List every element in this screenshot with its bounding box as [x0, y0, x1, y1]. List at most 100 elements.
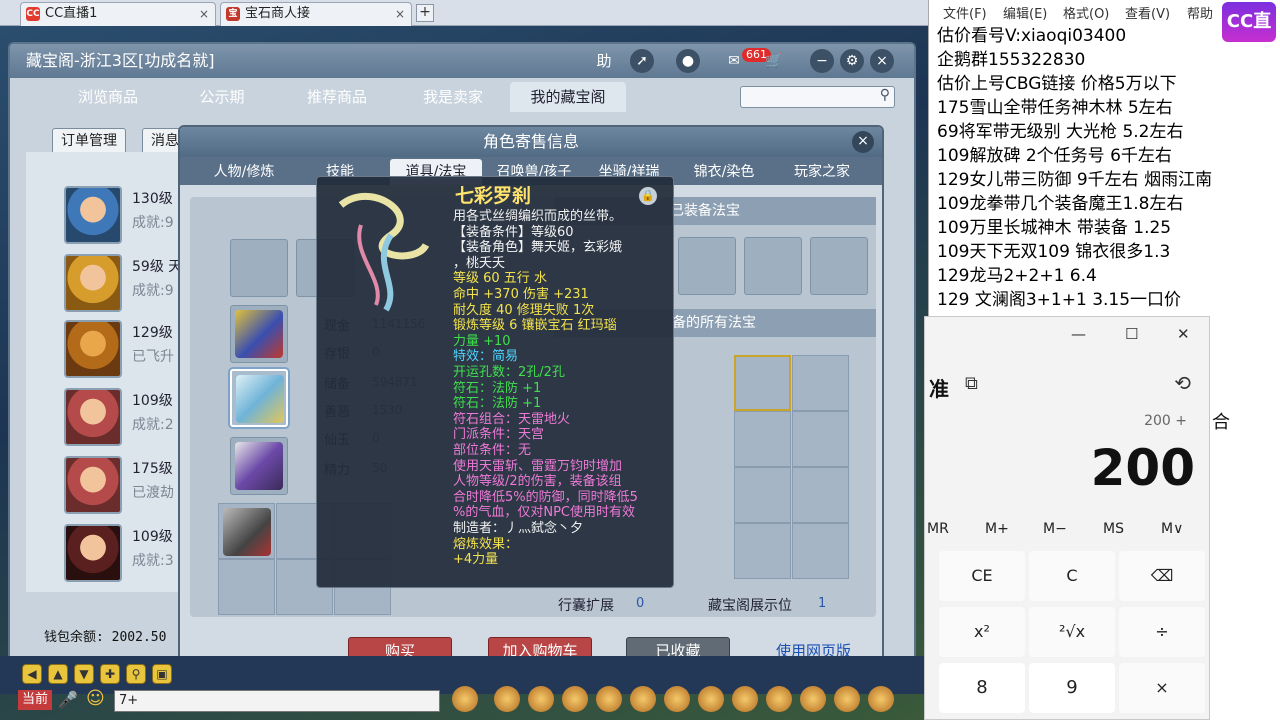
chest-icon[interactable]: [528, 686, 554, 712]
close-icon[interactable]: ×: [870, 49, 894, 73]
close-icon[interactable]: ×: [852, 131, 874, 153]
bag-icon[interactable]: [562, 686, 588, 712]
team-icon[interactable]: [596, 686, 622, 712]
cc-live-logo: CC直播: [1222, 2, 1276, 72]
treasure-cell[interactable]: [792, 467, 849, 523]
tooltip-line: 【装备条件】等级60: [453, 224, 574, 240]
text-line: 129 文澜阁3+1+1 3.15一口价: [937, 290, 1182, 310]
text-line: 估价看号V:xiaoqi03400: [937, 26, 1127, 46]
multiply-button[interactable]: ×: [1119, 663, 1205, 713]
tab-recommend[interactable]: 推荐商品: [282, 82, 392, 112]
list-item[interactable]: 109级 成就:2: [26, 384, 196, 450]
clear-entry-button[interactable]: CE: [939, 551, 1025, 601]
mail-icon[interactable]: [766, 686, 792, 712]
tab-character[interactable]: 人物/修炼: [194, 159, 294, 185]
menu-format[interactable]: 格式(O): [1063, 3, 1109, 22]
memory-store-button[interactable]: MS: [1103, 521, 1124, 537]
tab-outfits[interactable]: 锦衣/染色: [680, 159, 768, 185]
treasure-slot[interactable]: [744, 237, 802, 295]
clear-button[interactable]: C: [1029, 551, 1115, 601]
share-icon[interactable]: ➚: [630, 49, 654, 73]
minimize-icon[interactable]: −: [810, 49, 834, 73]
new-tab-button[interactable]: +: [416, 4, 434, 22]
treasure-cell[interactable]: [792, 355, 849, 411]
browser-tab-game[interactable]: 宝 宝石商人接 ×: [220, 2, 412, 26]
tab-seller[interactable]: 我是卖家: [398, 82, 508, 112]
maximize-icon[interactable]: ☐: [1125, 325, 1138, 343]
tab-home[interactable]: 玩家之家: [778, 159, 866, 185]
memory-recall-button[interactable]: MR: [927, 521, 949, 537]
tab-publicity[interactable]: 公示期: [172, 82, 272, 112]
treasure-cell[interactable]: [734, 355, 791, 411]
arrow-left-icon[interactable]: ◀: [22, 664, 42, 684]
microphone-icon[interactable]: 🎤: [58, 690, 78, 709]
list-item[interactable]: 59级 天 成就:9: [26, 250, 196, 316]
list-item[interactable]: 175级 已渡劫: [26, 452, 196, 518]
smile-icon[interactable]: [834, 686, 860, 712]
treasure-slot[interactable]: [678, 237, 736, 295]
close-icon[interactable]: ×: [199, 3, 209, 25]
treasure-cell[interactable]: [792, 411, 849, 467]
search-icon[interactable]: ⚲: [880, 87, 890, 103]
equipment-slot[interactable]: [230, 305, 288, 363]
close-icon[interactable]: ✕: [1177, 325, 1190, 343]
tab-browse[interactable]: 浏览商品: [50, 82, 166, 112]
square-button[interactable]: x²: [939, 607, 1025, 657]
chat-channel[interactable]: 当前: [18, 690, 53, 710]
treasure-slot[interactable]: [810, 237, 868, 295]
digit-9-button[interactable]: 9: [1029, 663, 1115, 713]
equipment-slot-selected[interactable]: [230, 369, 288, 427]
digit-8-button[interactable]: 8: [939, 663, 1025, 713]
memory-add-button[interactable]: M+: [985, 521, 1009, 537]
lock-icon: 🔒: [639, 187, 657, 205]
menu-view[interactable]: 查看(V): [1125, 3, 1170, 22]
map-icon[interactable]: [732, 686, 758, 712]
list-item[interactable]: 130级 成就:9: [26, 182, 196, 248]
record-icon[interactable]: ●: [676, 49, 700, 73]
treasure-cell[interactable]: [792, 523, 849, 579]
bag-cell[interactable]: [218, 503, 275, 559]
chat-input[interactable]: 7+: [114, 690, 440, 712]
menu-file[interactable]: 文件(F): [943, 3, 987, 22]
treasure-cell[interactable]: [734, 467, 791, 523]
divide-button[interactable]: ÷: [1119, 607, 1205, 657]
arrow-up-icon[interactable]: ▲: [48, 664, 68, 684]
treasure-cell[interactable]: [734, 411, 791, 467]
keep-on-top-icon[interactable]: ⧉: [965, 373, 978, 394]
sword-icon[interactable]: [494, 686, 520, 712]
system-icon[interactable]: [868, 686, 894, 712]
backspace-button[interactable]: ⌫: [1119, 551, 1205, 601]
list-item[interactable]: 129级 已飞升: [26, 316, 196, 382]
lock-icon[interactable]: ▣: [152, 664, 172, 684]
history-icon[interactable]: ⟲: [1174, 371, 1191, 395]
menu-edit[interactable]: 编辑(E): [1003, 3, 1047, 22]
menu-help[interactable]: 帮助: [1187, 3, 1213, 22]
bag-cell[interactable]: [218, 559, 275, 615]
memory-list-button[interactable]: M∨: [1161, 521, 1183, 537]
arrow-down-icon[interactable]: ▼: [74, 664, 94, 684]
quest-icon[interactable]: [698, 686, 724, 712]
order-management-button[interactable]: 订单管理: [52, 128, 126, 154]
notepad-text[interactable]: 估价看号V:xiaoqi03400 企鹅群155322830 估价上号CBG链接…: [937, 24, 1212, 312]
move-icon[interactable]: ✚: [100, 664, 120, 684]
cart-icon[interactable]: 🛒: [762, 49, 786, 73]
pet-icon[interactable]: [452, 686, 478, 712]
search-input[interactable]: ⚲: [740, 86, 895, 108]
square-root-button[interactable]: ²√x: [1029, 607, 1115, 657]
emoji-icon[interactable]: ☺: [86, 688, 105, 709]
browser-tab-cc[interactable]: CC CC直播1 ×: [20, 2, 216, 26]
equipment-slot[interactable]: [230, 239, 288, 297]
treasure-cell[interactable]: [734, 523, 791, 579]
minimize-icon[interactable]: —: [1071, 325, 1086, 343]
help-button[interactable]: 助: [590, 49, 618, 73]
equipment-slot[interactable]: [230, 437, 288, 495]
guild-icon[interactable]: [630, 686, 656, 712]
close-icon[interactable]: ×: [395, 3, 405, 25]
list-item[interactable]: 109级 成就:3: [26, 520, 196, 586]
friend-icon[interactable]: [664, 686, 690, 712]
zoom-icon[interactable]: ⚲: [126, 664, 146, 684]
shop-icon[interactable]: [800, 686, 826, 712]
memory-subtract-button[interactable]: M−: [1043, 521, 1067, 537]
tab-my-cbg[interactable]: 我的藏宝阁: [510, 82, 626, 112]
gear-icon[interactable]: ⚙: [840, 49, 864, 73]
